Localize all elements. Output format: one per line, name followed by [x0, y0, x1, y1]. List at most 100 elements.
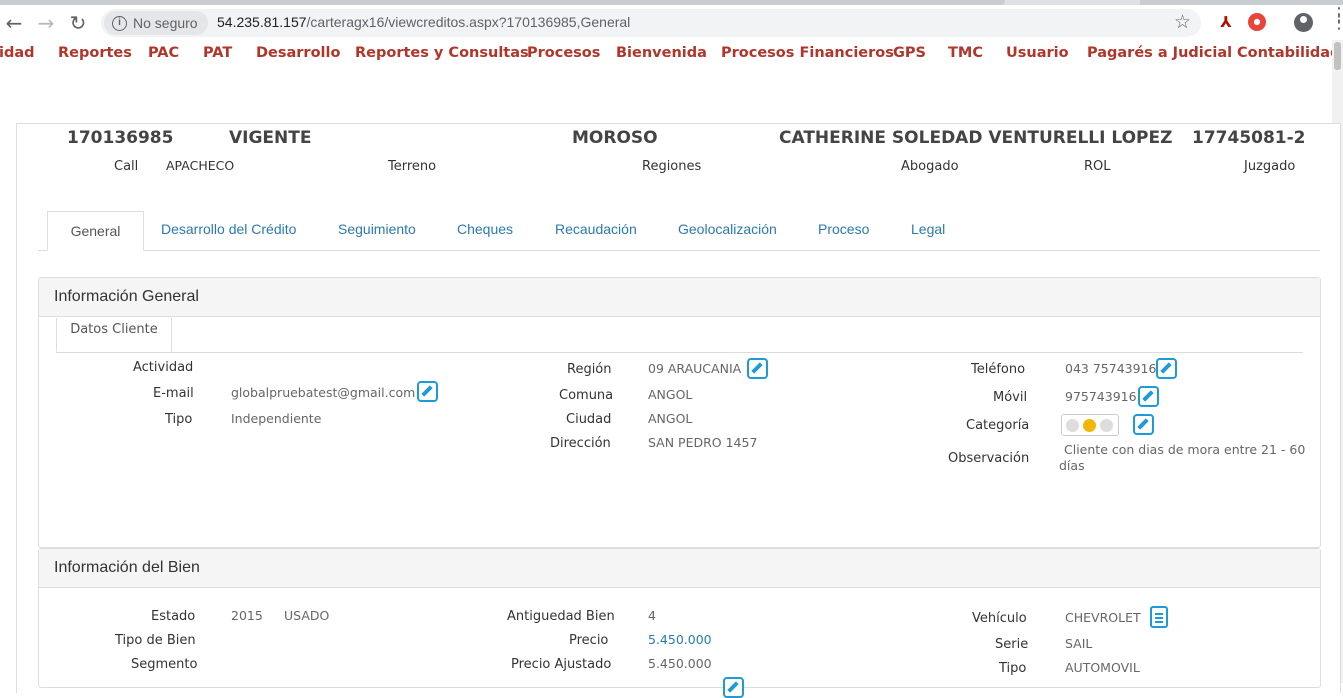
subtab-datos-cliente[interactable]: Datos Cliente — [56, 318, 172, 352]
precio-ajustado-value: 5.450.000 — [648, 656, 712, 671]
forward-icon[interactable]: → — [34, 11, 58, 35]
menu-item-idad[interactable]: idad — [0, 45, 35, 61]
menu-item-procesos-financieros[interactable]: Procesos Financieros — [721, 45, 894, 61]
antiguedad-label: Antiguedad Bien — [507, 609, 615, 624]
url-text[interactable]: 54.235.81.157/carteragx16/viewcreditos.a… — [217, 14, 630, 30]
menu-item-bienvenida[interactable]: Bienvenida — [616, 45, 707, 61]
tab-geolocalizacion[interactable]: Geolocalización — [678, 221, 777, 237]
email-value: globalpruebatest@gmail.com — [231, 385, 416, 400]
precio-label: Precio — [569, 633, 609, 648]
menu-item-procesos[interactable]: Procesos — [527, 45, 600, 61]
menu-item-desarrollo[interactable]: Desarrollo — [256, 45, 340, 61]
tab-general[interactable]: General — [47, 211, 144, 251]
ciudad-label: Ciudad — [566, 412, 612, 427]
info-icon: i — [112, 15, 127, 31]
edit-telefono-icon[interactable] — [1156, 358, 1177, 379]
segmento-label: Segmento — [131, 657, 198, 672]
menu-item-gps[interactable]: GPS — [893, 45, 926, 61]
region-value: 09 ARAUCANIA — [648, 361, 742, 376]
category-dot-1 — [1066, 419, 1079, 432]
edit-region-icon[interactable] — [747, 358, 768, 379]
red-extension-icon[interactable]: ● — [1248, 13, 1266, 31]
delinquency-status: MOROSO — [572, 128, 658, 148]
vehiculo-label: Vehículo — [972, 611, 1027, 626]
vehiculo-value: CHEVROLET — [1065, 610, 1141, 625]
direccion-value: SAN PEDRO 1457 — [648, 435, 758, 450]
actividad-label: Actividad — [133, 360, 194, 375]
email-label: E-mail — [153, 386, 194, 401]
scrollbar-thumb[interactable] — [1334, 42, 1341, 70]
tipo-label: Tipo — [165, 412, 193, 427]
category-dot-3 — [1100, 419, 1113, 432]
menu-item-usuario[interactable]: Usuario — [1006, 45, 1069, 61]
credit-status: VIGENTE — [229, 128, 312, 148]
observacion-line2: días — [1059, 458, 1085, 473]
telefono-label: Teléfono — [971, 362, 1026, 377]
observacion-line1: Cliente con dias de mora entre 21 - 60 — [1064, 442, 1306, 457]
tipo-vehiculo-value: AUTOMOVIL — [1065, 660, 1140, 675]
menu-item-reportes-consultas[interactable]: Reportes y Consultas — [355, 45, 529, 61]
category-dot-2-active — [1083, 419, 1096, 432]
juzgado-label: Juzgado — [1244, 159, 1296, 174]
tab-seguimiento[interactable]: Seguimiento — [338, 221, 416, 237]
menu-item-contabilidad[interactable]: Contabilidad — [1237, 45, 1340, 61]
browser-toolbar: ← → ↻ i No seguro 54.235.81.157/carterag… — [0, 0, 1343, 45]
tab-proceso[interactable]: Proceso — [818, 221, 869, 237]
tab-desarrollo-credito[interactable]: Desarrollo del Crédito — [161, 221, 296, 237]
vehicle-detail-icon[interactable] — [1150, 606, 1168, 628]
asset-info-title: Información del Bien — [39, 549, 1320, 588]
serie-value: SAIL — [1065, 636, 1093, 651]
tab-recaudacion[interactable]: Recaudación — [555, 221, 637, 237]
pdf-extension-icon[interactable]: ⅄ — [1217, 13, 1235, 31]
subtab-divider — [56, 352, 1303, 353]
antiguedad-value: 4 — [648, 608, 656, 623]
client-name: CATHERINE SOLEDAD VENTURELLI LOPEZ — [779, 128, 1173, 148]
observacion-label: Observación — [948, 451, 1030, 466]
precio-ajustado-label: Precio Ajustado — [511, 657, 612, 672]
tabs-divider — [38, 250, 1320, 251]
comuna-label: Comuna — [559, 388, 614, 403]
client-rut: 17745081-2 — [1192, 128, 1306, 148]
tab-strip — [0, 0, 1343, 5]
edit-precio-ajustado-icon[interactable] — [723, 677, 744, 698]
regiones-label: Regiones — [642, 159, 702, 174]
security-chip[interactable]: i No seguro — [104, 11, 208, 35]
tipo-value: Independiente — [231, 411, 322, 426]
tab-cheques[interactable]: Cheques — [457, 221, 513, 237]
edit-email-icon[interactable] — [417, 381, 438, 402]
menu-item-pat[interactable]: PAT — [203, 45, 232, 61]
tab-legal[interactable]: Legal — [911, 221, 945, 237]
movil-value: 975743916 — [1065, 389, 1137, 404]
rol-label: ROL — [1084, 159, 1111, 174]
security-label: No seguro — [133, 15, 198, 31]
tipo-bien-label: Tipo de Bien — [115, 633, 196, 648]
edit-movil-icon[interactable] — [1138, 386, 1159, 407]
more-menu-icon[interactable]: ⋮ ⋮ — [1330, 6, 1343, 32]
app-menu: idad Reportes PAC PAT Desarrollo Reporte… — [0, 40, 1340, 68]
menu-item-pagares-judicial[interactable]: Pagarés a Judicial — [1087, 45, 1232, 61]
telefono-value: 043 75743916 — [1065, 361, 1157, 376]
terreno-label: Terreno — [388, 159, 437, 174]
categoria-label: Categoría — [966, 418, 1030, 433]
profile-avatar-icon[interactable] — [1294, 13, 1313, 32]
call-label: Call — [114, 159, 139, 174]
subtab-datos-cliente-label: Datos Cliente — [70, 322, 158, 337]
general-info-title: Información General — [39, 278, 1320, 317]
menu-item-tmc[interactable]: TMC — [948, 45, 983, 61]
category-indicator — [1061, 414, 1119, 436]
estado-year: 2015 — [231, 608, 263, 623]
comuna-value: ANGOL — [648, 387, 693, 402]
estado-label: Estado — [151, 609, 196, 624]
precio-value[interactable]: 5.450.000 — [648, 632, 712, 647]
credit-id: 170136985 — [67, 128, 174, 148]
ciudad-value: ANGOL — [648, 411, 693, 426]
direccion-label: Dirección — [550, 436, 611, 451]
menu-item-pac[interactable]: PAC — [148, 45, 179, 61]
menu-item-reportes[interactable]: Reportes — [58, 45, 132, 61]
back-icon[interactable]: ← — [2, 11, 26, 35]
reload-icon[interactable]: ↻ — [66, 11, 90, 35]
bookmark-star-icon[interactable]: ☆ — [1174, 11, 1191, 33]
address-bar[interactable]: i No seguro 54.235.81.157/carteragx16/vi… — [101, 9, 1201, 37]
edit-categoria-icon[interactable] — [1133, 414, 1154, 435]
region-label: Región — [567, 362, 612, 377]
